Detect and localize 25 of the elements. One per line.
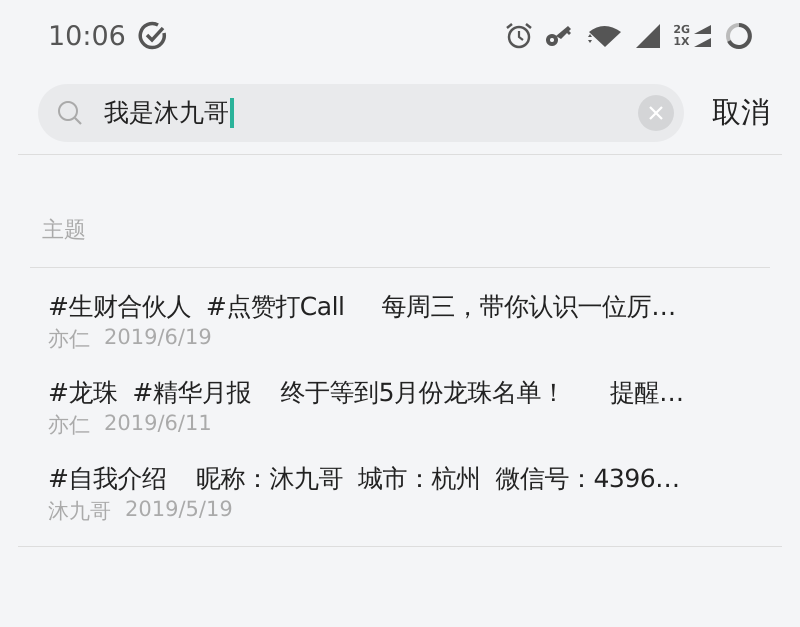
network-type-label: 1X (673, 36, 690, 48)
clock-time: 10:06 (48, 20, 126, 52)
post-author: 亦仁 (48, 412, 90, 439)
search-text: 我是沐九哥 (104, 98, 234, 128)
progress-ring-icon (724, 21, 754, 51)
post-title[interactable]: #自我介绍 昵称：沐九哥 城市：杭州 微信号：4396… (48, 462, 770, 495)
signal-icon (692, 24, 712, 48)
clear-icon[interactable] (638, 95, 674, 131)
post-date: 2019/6/19 (104, 325, 212, 351)
post-title[interactable]: #龙珠 #精华月报 终于等到5月份龙珠名单！ 提醒… (48, 376, 770, 409)
post-date: 2019/6/11 (104, 411, 212, 437)
section-heading: 主题 (42, 217, 87, 245)
search-field[interactable]: 我是沐九哥 (38, 84, 684, 142)
alarm-icon (505, 22, 534, 50)
post-author: 亦仁 (48, 326, 90, 353)
network-type-label: 2G (673, 24, 690, 36)
post-date: 2019/5/19 (125, 497, 233, 523)
cancel-button[interactable]: 取消 (712, 93, 770, 133)
search-icon (56, 99, 84, 127)
check-circle-icon (138, 21, 168, 51)
wifi-icon (585, 23, 624, 49)
post-author: 沐九哥 (48, 498, 111, 525)
signal-icon (635, 23, 662, 49)
post-title[interactable]: #生财合伙人 #点赞打Call 每周三，带你认识一位厉… (48, 290, 770, 323)
key-icon (545, 24, 574, 48)
